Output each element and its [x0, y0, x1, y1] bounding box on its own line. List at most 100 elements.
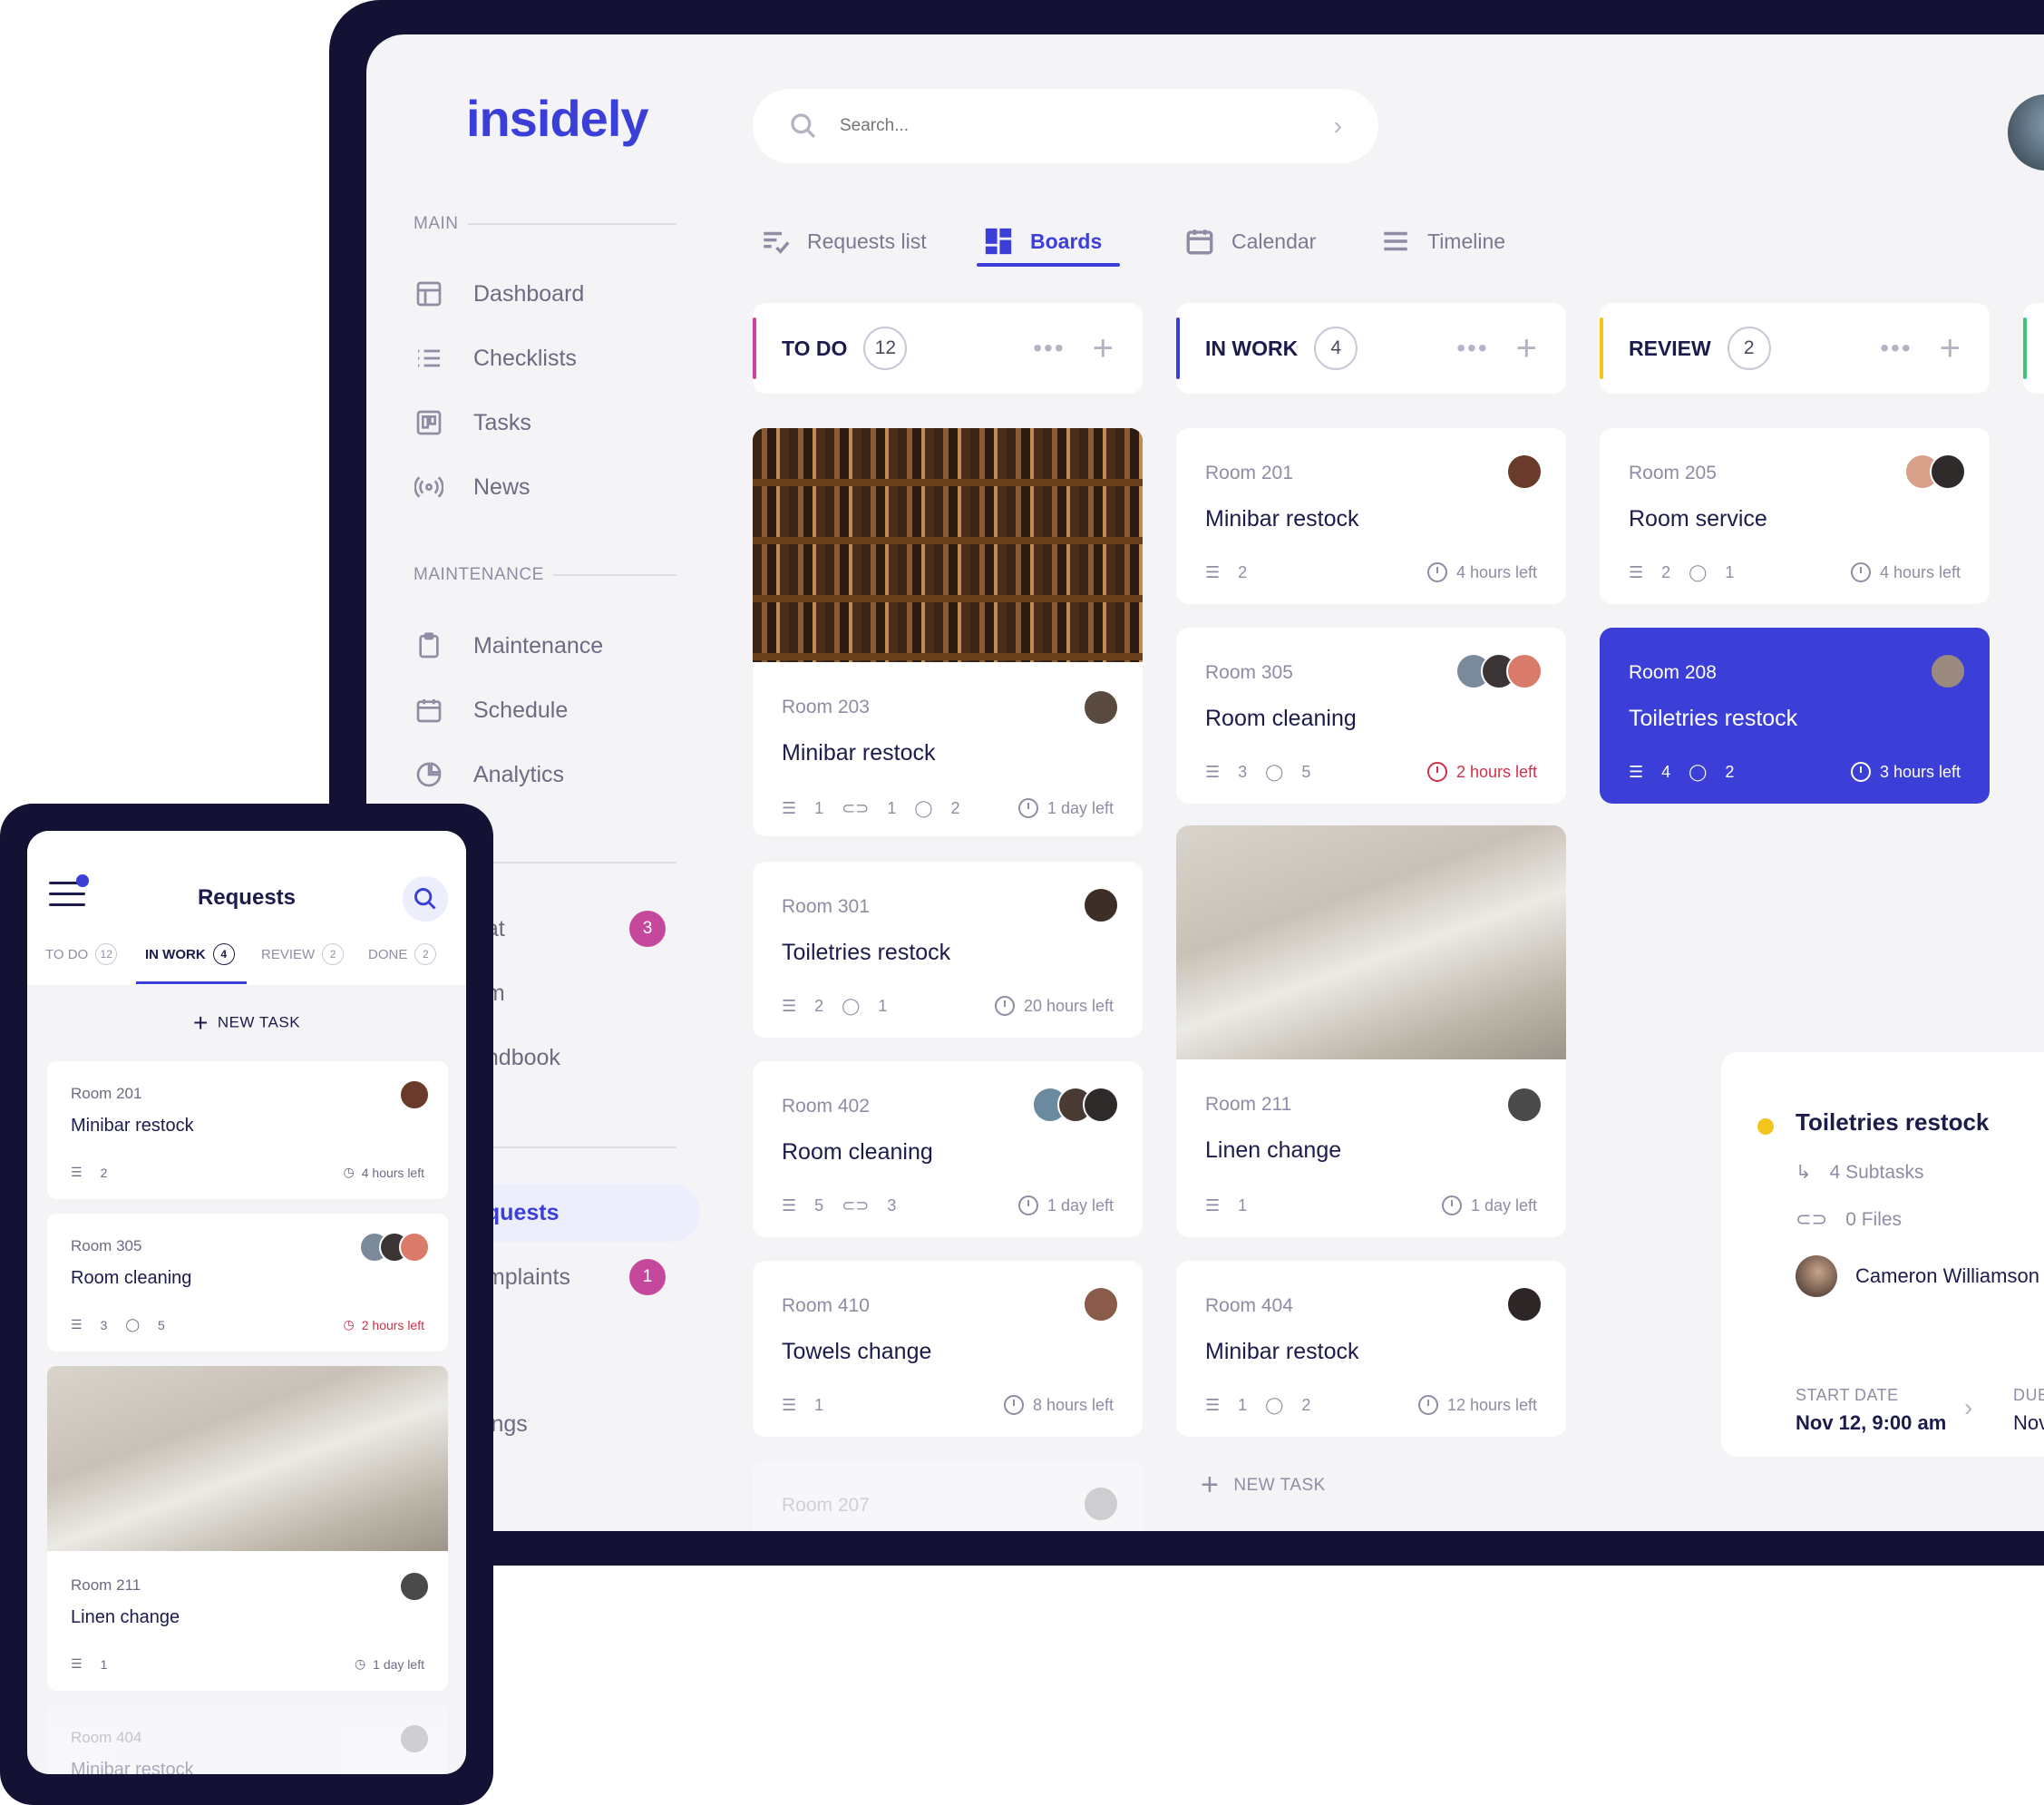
task-card[interactable]: Room 404 Minibar restock ☰ 1 ◯ 2 12 hours …	[1176, 1261, 1566, 1437]
sidebar-item-label: Dashboard	[473, 280, 585, 307]
unread-badge: 1	[629, 1259, 666, 1295]
checklist-icon: ☰	[782, 798, 797, 817]
sidebar-item-schedule[interactable]: Schedule	[414, 688, 686, 732]
task-card[interactable]: Room 201 Minibar restock ☰ 2 4 hours left	[1176, 428, 1566, 604]
task-card[interactable]: Room 402 Room cleaning ☰ 5 ⊂⊃ 3 1 day left	[753, 1061, 1143, 1237]
tab-boards[interactable]: Boards	[983, 216, 1102, 267]
chevron-right-icon: ›	[1964, 1393, 1973, 1421]
column-header-review: REVIEW 2 ••• +	[1600, 303, 1990, 394]
sidebar-item-label: Tasks	[473, 409, 531, 435]
card-photo	[753, 428, 1143, 662]
task-detail-panel: Toiletries restock ⊂⊃ ↳4 Subtasks ⚐ ⊂⊃0 …	[1721, 1052, 2044, 1457]
calendar-icon	[1186, 229, 1213, 255]
clock-icon: ◷	[343, 1317, 355, 1332]
comment-icon: ◯	[1265, 762, 1284, 781]
tab-requests-list[interactable]: Requests list	[760, 216, 927, 267]
task-card[interactable]: Room 404 Minibar restock	[47, 1705, 448, 1774]
comment-icon: ◯	[1689, 762, 1708, 781]
new-task-button[interactable]: + NEW TASK	[27, 1009, 466, 1038]
user-avatar[interactable]	[2008, 94, 2044, 171]
phone-screen: Requests TO DO 12 IN WORK 4 REVIEW 2 DONE 2 …	[27, 831, 466, 1774]
sidebar-item-checklists[interactable]: Checklists	[414, 337, 686, 380]
task-card[interactable]: Room 301 Toiletries restock ☰ 2 ◯ 1 20 hou…	[753, 862, 1143, 1038]
add-icon[interactable]: +	[1093, 328, 1114, 369]
clock-icon	[1441, 1195, 1462, 1215]
search-input[interactable]	[840, 116, 1312, 136]
checklist-icon: ☰	[782, 1195, 797, 1215]
active-tab-indicator	[136, 981, 247, 984]
brand-logo[interactable]: insidely	[466, 89, 649, 148]
tab-timeline[interactable]: Timeline	[1380, 216, 1505, 267]
sidebar-item-dashboard[interactable]: Dashboard	[414, 272, 686, 316]
search-button[interactable]	[403, 876, 448, 922]
section-label-maintenance: MAINTENANCE	[414, 565, 676, 585]
clock-icon	[1017, 798, 1038, 818]
attachment-icon: ⊂⊃	[842, 1195, 870, 1215]
search-bar[interactable]: ›	[753, 89, 1378, 163]
assignee[interactable]: Cameron Williamson	[1796, 1255, 2039, 1297]
due-date-value[interactable]: Nov	[2013, 1411, 2044, 1435]
clock-icon: ◷	[354, 1656, 366, 1671]
chevron-right-icon[interactable]: ›	[1334, 112, 1342, 141]
status-dot	[1757, 1118, 1774, 1135]
card-photo	[1176, 825, 1566, 1059]
checklist-icon: ☰	[782, 996, 797, 1015]
column-count: 12	[863, 327, 908, 370]
clock-icon	[1003, 1395, 1024, 1415]
task-card[interactable]: Room 205 Room service ☰ 2 ◯ 1 4 hours left	[1600, 428, 1990, 604]
active-tab-indicator	[977, 263, 1120, 267]
page-title: Requests	[197, 885, 297, 910]
new-task-button[interactable]: + NEW TASK	[1201, 1468, 1326, 1503]
column-header-done	[2023, 303, 2044, 394]
attachment-icon: ⊂⊃	[1796, 1209, 1828, 1230]
task-card[interactable]: Room 207	[753, 1460, 1143, 1531]
checklist-icon: ☰	[1205, 762, 1221, 781]
task-card-selected[interactable]: Room 208 Toiletries restock ☰ 4 ◯ 2 3 hour…	[1600, 628, 1990, 804]
add-icon[interactable]: +	[1516, 328, 1537, 369]
tab-calendar[interactable]: Calendar	[1184, 216, 1316, 267]
kanban-icon	[414, 407, 444, 438]
clock-icon	[1850, 562, 1871, 582]
comment-icon: ◯	[842, 996, 861, 1015]
tab-review[interactable]: REVIEW 2	[261, 943, 345, 965]
files-row[interactable]: ⊂⊃ 0 Files	[1796, 1208, 1902, 1231]
checklist-icon: ☰	[1205, 562, 1221, 581]
more-icon[interactable]: •••	[1880, 334, 1912, 363]
task-card[interactable]: Room 201 Minibar restock ☰ 2 ◷ 4 hours lef…	[47, 1061, 448, 1199]
task-card[interactable]: Room 410 Towels change ☰ 1 8 hours left	[753, 1261, 1143, 1437]
phone-header: Requests TO DO 12 IN WORK 4 REVIEW 2 DONE 2	[27, 831, 466, 985]
pie-chart-icon	[414, 759, 444, 790]
list-check-icon	[764, 231, 790, 254]
checklist-icon: ☰	[1205, 1395, 1221, 1414]
checklist-icon: ☰	[1205, 1195, 1221, 1215]
calendar-icon	[414, 695, 444, 726]
more-icon[interactable]: •••	[1033, 334, 1065, 363]
tab-todo[interactable]: TO DO 12	[45, 943, 118, 965]
add-icon[interactable]: +	[1940, 328, 1961, 369]
task-card[interactable]: Room 211 Linen change ☰ 1 1 day left	[1176, 825, 1566, 1237]
task-card[interactable]: Room 211 Linen change ☰ 1 ◷ 1 day left	[47, 1366, 448, 1691]
broadcast-icon	[414, 472, 444, 502]
avatar	[1796, 1255, 1837, 1297]
start-date-value[interactable]: Nov 12, 9:00 am	[1796, 1411, 1946, 1435]
clock-icon: ◷	[343, 1165, 355, 1179]
tab-in-work[interactable]: IN WORK 4	[145, 943, 235, 965]
sidebar-item-label: Maintenance	[473, 632, 604, 659]
task-card[interactable]: Room 305 Room cleaning ☰ 3 ◯ 5 2 hours lef…	[1176, 628, 1566, 804]
comment-icon: ◯	[125, 1317, 141, 1332]
subtasks-row[interactable]: ↳ 4 Subtasks	[1796, 1161, 1924, 1184]
task-card[interactable]: Room 305 Room cleaning ☰ 3 ◯ 5 ◷ 2 hours le…	[47, 1214, 448, 1351]
more-icon[interactable]: •••	[1456, 334, 1488, 363]
clipboard-icon	[414, 630, 444, 661]
tab-done[interactable]: DONE 2	[368, 943, 437, 965]
clock-icon	[1017, 1195, 1038, 1215]
clock-icon	[1850, 762, 1871, 782]
clock-icon	[994, 996, 1015, 1016]
sidebar-item-news[interactable]: News	[414, 465, 686, 509]
sidebar-item-tasks[interactable]: Tasks	[414, 401, 686, 444]
sidebar-item-analytics[interactable]: Analytics	[414, 753, 686, 796]
task-card[interactable]: Room 203 Minibar restock ☰ 1 ⊂⊃ 1 ◯ 2 1 day…	[753, 428, 1143, 836]
search-icon	[791, 113, 816, 139]
unread-badge: 3	[629, 911, 666, 947]
sidebar-item-maintenance[interactable]: Maintenance	[414, 624, 686, 668]
